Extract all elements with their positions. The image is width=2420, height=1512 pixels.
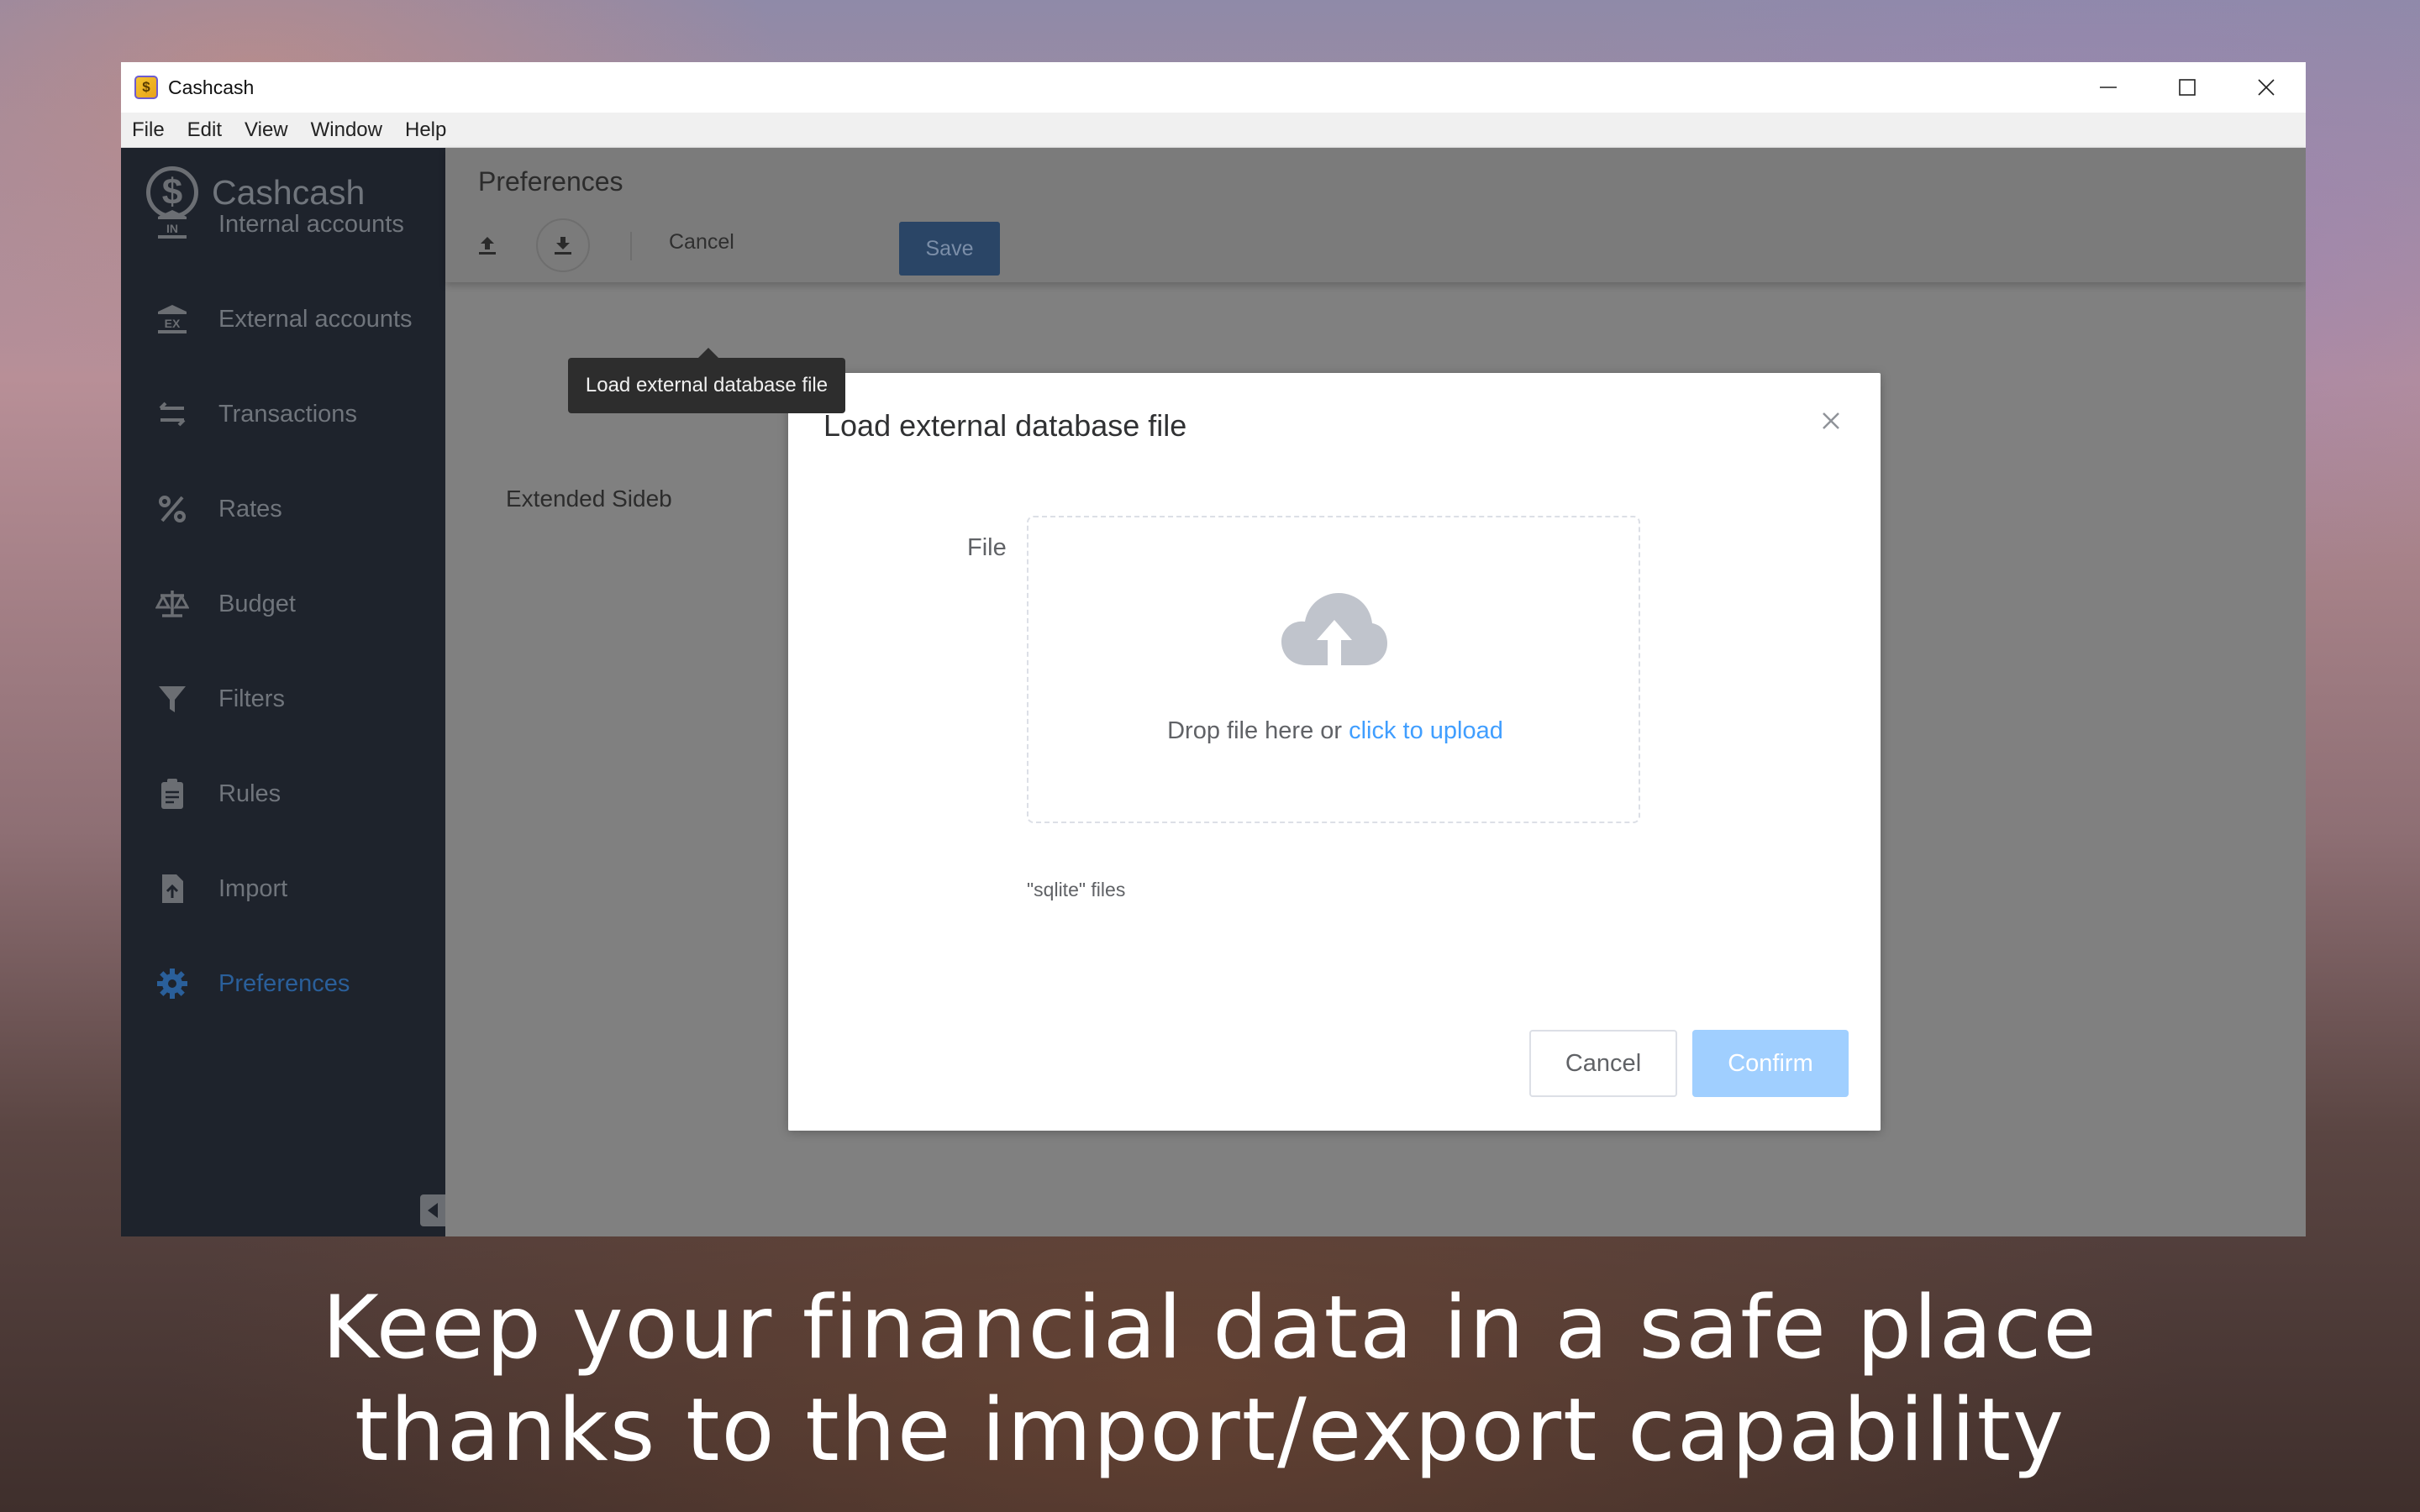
toolbar-divider: [630, 232, 632, 260]
dialog-title: Load external database file: [823, 408, 1187, 443]
sidebar-item-budget[interactable]: Budget: [121, 575, 445, 633]
sidebar-item-internal-accounts[interactable]: IN Internal accounts: [121, 195, 445, 254]
close-window-button[interactable]: [2227, 62, 2306, 113]
bank-ex-icon: EX: [155, 302, 190, 337]
sidebar-item-label: Rules: [218, 780, 281, 807]
minimize-button[interactable]: [2069, 62, 2148, 113]
click-to-upload-link[interactable]: click to upload: [1349, 717, 1503, 744]
caption-line-2: thanks to the import/export capability: [354, 1380, 2066, 1481]
close-icon[interactable]: [1817, 407, 1845, 435]
save-button[interactable]: Save: [899, 222, 1000, 276]
sidebar-item-label: Import: [218, 874, 288, 902]
file-import-icon: [155, 871, 190, 906]
sidebar-item-external-accounts[interactable]: EX External accounts: [121, 290, 445, 349]
file-type-tip: "sqlite" files: [1027, 879, 1126, 900]
menu-help[interactable]: Help: [405, 118, 446, 142]
sidebar-item-import[interactable]: Import: [121, 859, 445, 918]
tooltip: Load external database file: [568, 348, 845, 413]
scale-icon: [155, 586, 190, 622]
sidebar-item-label: Preferences: [218, 969, 350, 997]
page-header: Preferences Cancel Save: [445, 148, 2306, 282]
menu-edit[interactable]: Edit: [187, 118, 222, 142]
gear-icon: [155, 966, 190, 1001]
collapse-sidebar-button[interactable]: [420, 1194, 445, 1226]
marketing-caption: Keep your financial data in a safe place…: [0, 1277, 2420, 1482]
menu-bar: File Edit View Window Help: [121, 113, 2306, 148]
file-field-label: File: [967, 534, 1007, 561]
menu-view[interactable]: View: [245, 118, 288, 142]
page-title: Preferences: [478, 166, 623, 197]
dialog-cancel-button[interactable]: Cancel: [1529, 1030, 1677, 1097]
sidebar-item-filters[interactable]: Filters: [121, 669, 445, 728]
sidebar: $ Cashcash IN Internal accounts EX Exter…: [121, 148, 445, 1236]
clipboard-icon: [155, 776, 190, 811]
download-icon: [555, 237, 571, 255]
funnel-icon: [155, 681, 190, 717]
app-icon: $: [134, 76, 158, 99]
title-bar: $ Cashcash: [121, 62, 2306, 113]
sidebar-item-label: Budget: [218, 590, 296, 617]
sidebar-item-rules[interactable]: Rules: [121, 764, 445, 823]
load-database-button[interactable]: [536, 218, 590, 272]
confirm-button[interactable]: Confirm: [1692, 1030, 1849, 1097]
menu-window[interactable]: Window: [311, 118, 382, 142]
cloud-upload-icon: [1281, 593, 1387, 665]
svg-text:IN: IN: [166, 222, 178, 235]
sidebar-item-rates[interactable]: Rates: [121, 480, 445, 538]
percent-icon: [155, 491, 190, 527]
swap-arrows-icon: [155, 396, 190, 432]
app-window: $ Cashcash File Edit View Window Help $ …: [121, 62, 2306, 1236]
sidebar-item-label: Filters: [218, 685, 285, 712]
maximize-icon: [2179, 79, 2196, 96]
menu-file[interactable]: File: [132, 118, 165, 142]
file-dropzone[interactable]: Drop file here or click to upload: [1027, 516, 1640, 823]
bank-in-icon: IN: [155, 207, 190, 242]
sidebar-item-label: External accounts: [218, 305, 413, 333]
sidebar-item-label: Transactions: [218, 400, 357, 428]
sidebar-item-label: Internal accounts: [218, 210, 404, 238]
export-button[interactable]: [460, 218, 514, 272]
cancel-button[interactable]: Cancel: [669, 230, 734, 255]
minimize-icon: [2100, 87, 2117, 88]
svg-text:EX: EX: [165, 317, 181, 330]
window-title: Cashcash: [168, 76, 255, 98]
extended-sidebar-label: Extended Sideb: [506, 486, 672, 512]
caret-left-icon: [428, 1203, 438, 1218]
upload-icon: [479, 237, 496, 255]
caption-line-1: Keep your financial data in a safe place: [322, 1278, 2098, 1378]
load-database-dialog: Load external database file File Drop fi…: [788, 373, 1881, 1131]
maximize-button[interactable]: [2148, 62, 2227, 113]
drop-text: Drop file here or click to upload: [1028, 717, 1642, 745]
sidebar-item-preferences[interactable]: Preferences: [121, 954, 445, 1013]
drop-text-label: Drop file here or: [1167, 717, 1349, 744]
window-controls: [2069, 62, 2306, 113]
close-icon: [2258, 79, 2275, 96]
sidebar-item-transactions[interactable]: Transactions: [121, 385, 445, 444]
sidebar-item-label: Rates: [218, 495, 282, 522]
